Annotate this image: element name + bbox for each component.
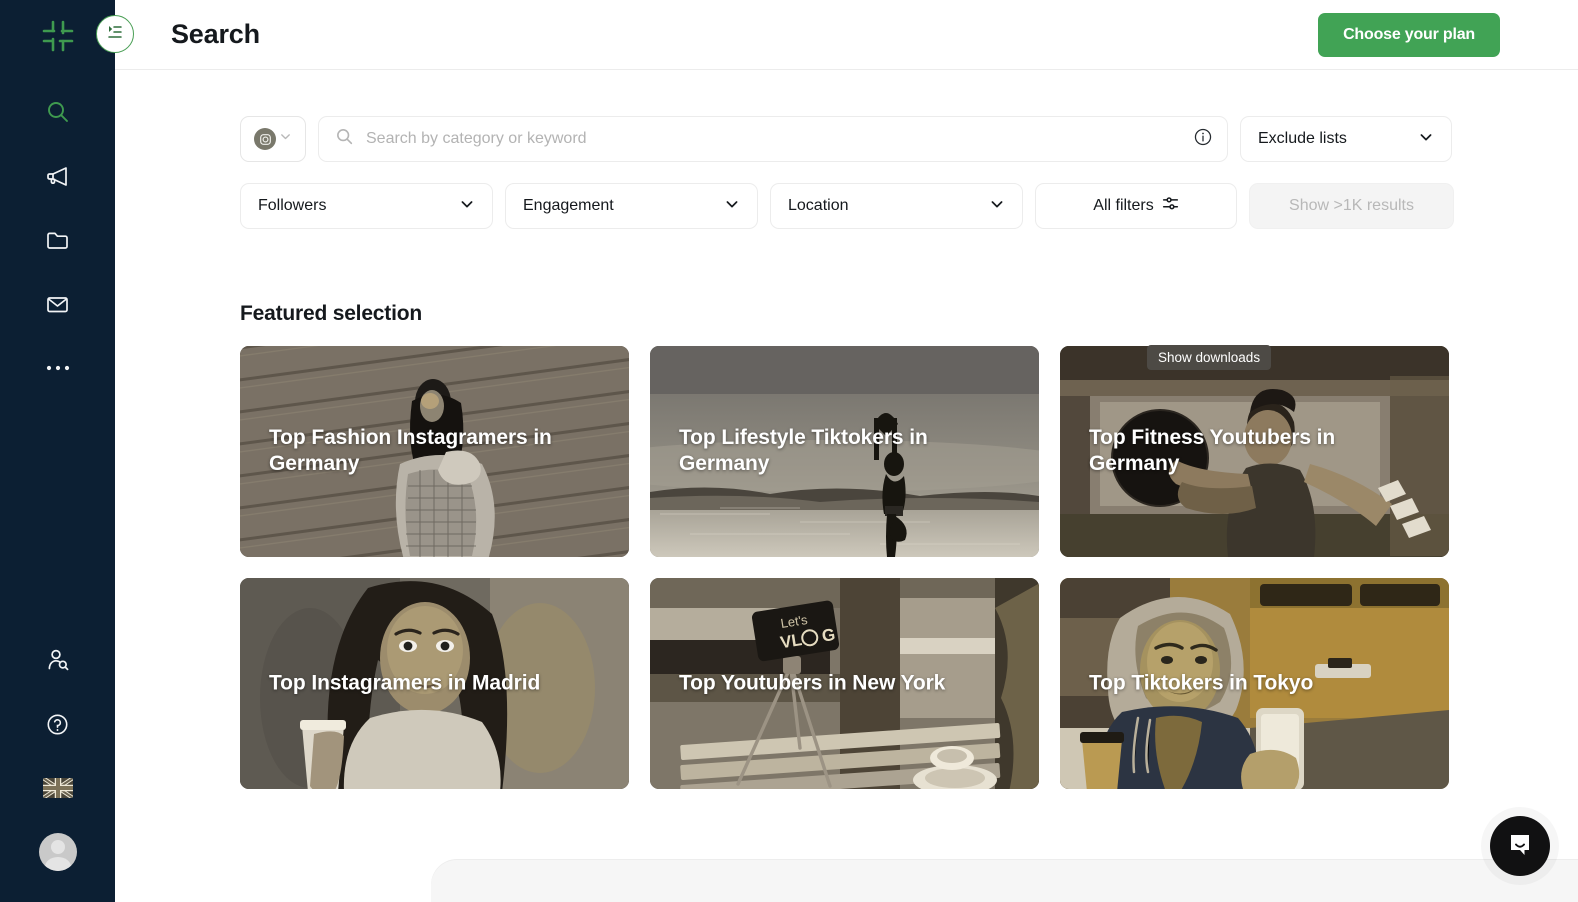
card-title: Top Tiktokers in Tokyo xyxy=(1089,671,1314,695)
chevron-down-icon xyxy=(459,196,475,217)
card-title: Top Instagramers in Madrid xyxy=(269,671,541,695)
instagram-icon xyxy=(254,128,276,150)
filter-row: Followers Engagement Location All filter… xyxy=(240,183,1578,229)
exclude-lists-label: Exclude lists xyxy=(1258,130,1347,147)
main-area: Search Choose your plan Search by catego… xyxy=(115,0,1578,902)
filter-engagement[interactable]: Engagement xyxy=(505,183,758,229)
sidebar-item-search[interactable] xyxy=(26,80,90,144)
sidebar xyxy=(0,0,134,902)
featured-card-grid: Top Fashion Instagramers in Germany Top … xyxy=(240,346,1578,789)
chevron-down-icon xyxy=(279,130,292,148)
topbar: Search Choose your plan xyxy=(115,0,1578,70)
sidebar-item-find-influencers[interactable] xyxy=(26,628,90,692)
featured-card-instagramers-madrid[interactable]: Top Instagramers in Madrid xyxy=(240,578,629,789)
filter-followers-label: Followers xyxy=(258,197,327,214)
card-title: Top Youtubers in New York xyxy=(679,671,946,695)
platform-selector[interactable] xyxy=(240,116,306,162)
filter-engagement-label: Engagement xyxy=(523,197,614,214)
card-title: Top Fashion Instagramers in Germany xyxy=(269,425,552,476)
page-title: Search xyxy=(171,19,260,49)
chevron-down-icon xyxy=(989,196,1005,217)
search-row: Exclude lists xyxy=(240,70,1578,162)
sidebar-nav-bottom xyxy=(26,628,90,902)
bottom-panel xyxy=(431,860,1578,902)
chevron-down-icon xyxy=(724,196,740,217)
sidebar-item-campaigns[interactable] xyxy=(26,144,90,208)
sidebar-nav-top xyxy=(26,80,90,400)
expand-menu-icon xyxy=(105,22,125,47)
featured-card-lifestyle-tiktokers-germany[interactable]: Top Lifestyle Tiktokers in Germany xyxy=(650,346,1039,557)
featured-card-fashion-instagramers-germany[interactable]: Top Fashion Instagramers in Germany xyxy=(240,346,629,557)
chat-bubble-icon xyxy=(1506,830,1534,863)
sidebar-item-more[interactable] xyxy=(26,336,90,400)
filter-location[interactable]: Location xyxy=(770,183,1023,229)
filter-all-filters[interactable]: All filters xyxy=(1035,183,1237,229)
sidebar-item-inbox[interactable] xyxy=(26,272,90,336)
avatar xyxy=(38,833,77,871)
filter-all-filters-label: All filters xyxy=(1093,197,1154,214)
chevron-down-icon xyxy=(1418,129,1434,150)
uk-flag-icon xyxy=(42,778,73,798)
sidebar-item-lists[interactable] xyxy=(26,208,90,272)
svg-text:VL: VL xyxy=(779,630,803,652)
search-icon xyxy=(335,127,354,151)
featured-card-fitness-youtubers-germany[interactable]: Top Fitness Youtubers in Germany xyxy=(1060,346,1449,557)
chat-launcher-button[interactable] xyxy=(1490,816,1550,876)
sidebar-item-language[interactable] xyxy=(26,756,90,820)
app-root: Search Choose your plan Search by catego… xyxy=(0,0,1578,902)
featured-selection-heading: Featured selection xyxy=(240,302,422,325)
content: Exclude lists Followers xyxy=(115,70,1578,902)
sidebar-item-help[interactable] xyxy=(26,692,90,756)
sliders-icon xyxy=(1162,195,1179,217)
featured-card-tiktokers-tokyo[interactable]: Top Tiktokers in Tokyo xyxy=(1060,578,1449,789)
exclude-lists-dropdown[interactable]: Exclude lists xyxy=(1240,116,1452,162)
choose-your-plan-button[interactable]: Choose your plan xyxy=(1318,12,1500,57)
expand-menu-button[interactable] xyxy=(96,15,134,53)
show-results-button[interactable]: Show >1K results xyxy=(1249,183,1454,229)
sidebar-item-account[interactable] xyxy=(26,820,90,884)
info-circle-icon[interactable] xyxy=(1193,127,1213,152)
featured-card-youtubers-new-york[interactable]: Let's VL G Top Youtubers in New York xyxy=(650,578,1039,789)
filter-followers[interactable]: Followers xyxy=(240,183,493,229)
show-results-label: Show >1K results xyxy=(1289,197,1414,214)
card-title: Top Fitness Youtubers in Germany xyxy=(1089,425,1336,476)
filter-location-label: Location xyxy=(788,197,849,214)
logo-hash-icon[interactable] xyxy=(36,14,80,58)
search-box[interactable] xyxy=(318,116,1228,162)
search-input[interactable] xyxy=(366,117,1193,161)
card-title: Top Lifestyle Tiktokers in Germany xyxy=(679,425,928,476)
show-downloads-tooltip: Show downloads xyxy=(1147,345,1272,370)
